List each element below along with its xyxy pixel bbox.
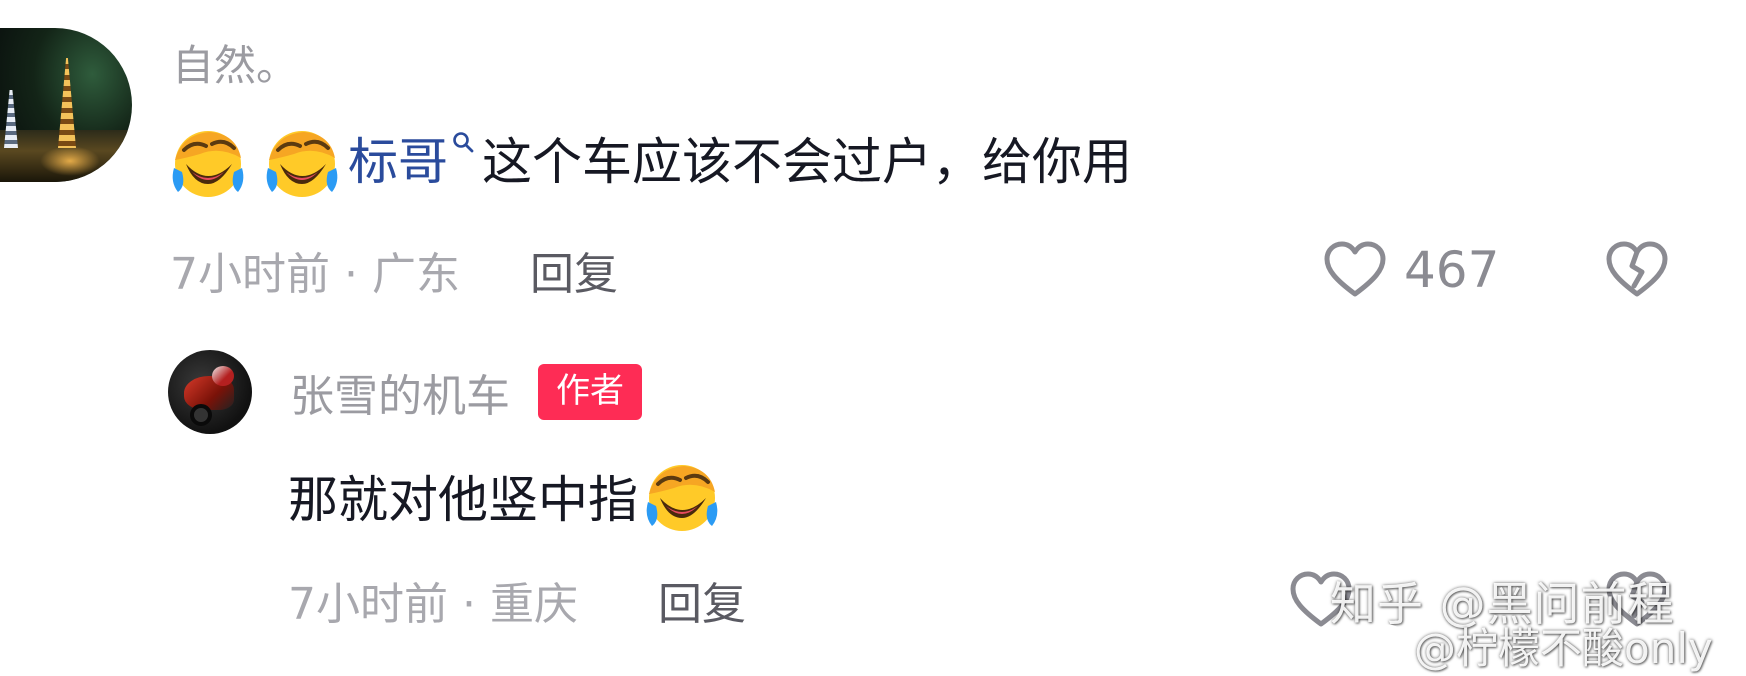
- comment-meta: 7小时前 · 广东 回复: [170, 240, 618, 300]
- broken-heart-icon[interactable]: [1604, 240, 1670, 300]
- commenter-avatar[interactable]: [0, 28, 132, 182]
- author-username[interactable]: 张雪的机车: [290, 360, 510, 424]
- comment-time-location: 7小时前 · 广东: [170, 249, 460, 300]
- like-count: 467: [1404, 241, 1500, 299]
- weibo-handle: @柠檬不酸only: [1414, 624, 1713, 673]
- reply-header: 张雪的机车 作者: [290, 360, 642, 424]
- reply-body: 那就对他竖中指: [288, 456, 720, 536]
- weibo-watermark: @柠檬不酸only: [1348, 615, 1713, 676]
- laughing-crying-emoji-icon: [170, 124, 246, 200]
- mention-link[interactable]: 标哥: [348, 125, 474, 199]
- heart-icon[interactable]: [1322, 240, 1388, 300]
- mention-name: 标哥: [348, 133, 448, 191]
- search-icon: [452, 131, 474, 153]
- like-button[interactable]: 467: [1322, 238, 1499, 302]
- commenter-username[interactable]: 自然。: [172, 40, 298, 92]
- comment-text: 这个车应该不会过户，给你用: [482, 133, 1132, 191]
- laughing-crying-emoji-icon: [644, 458, 720, 534]
- author-badge: 作者: [538, 364, 642, 420]
- reply-time-location: 7小时前 · 重庆: [288, 579, 578, 630]
- comment-body: 标哥 这个车应该不会过户，给你用: [170, 125, 1132, 199]
- author-avatar[interactable]: [168, 350, 252, 434]
- laughing-crying-emoji-icon: [264, 124, 340, 200]
- reply-button[interactable]: 回复: [658, 568, 746, 632]
- weibo-logo-icon: [1348, 624, 1404, 668]
- reply-button[interactable]: 回复: [530, 238, 618, 302]
- reply-meta: 7小时前 · 重庆 回复: [288, 570, 746, 630]
- reply-text: 那就对他竖中指: [288, 471, 638, 529]
